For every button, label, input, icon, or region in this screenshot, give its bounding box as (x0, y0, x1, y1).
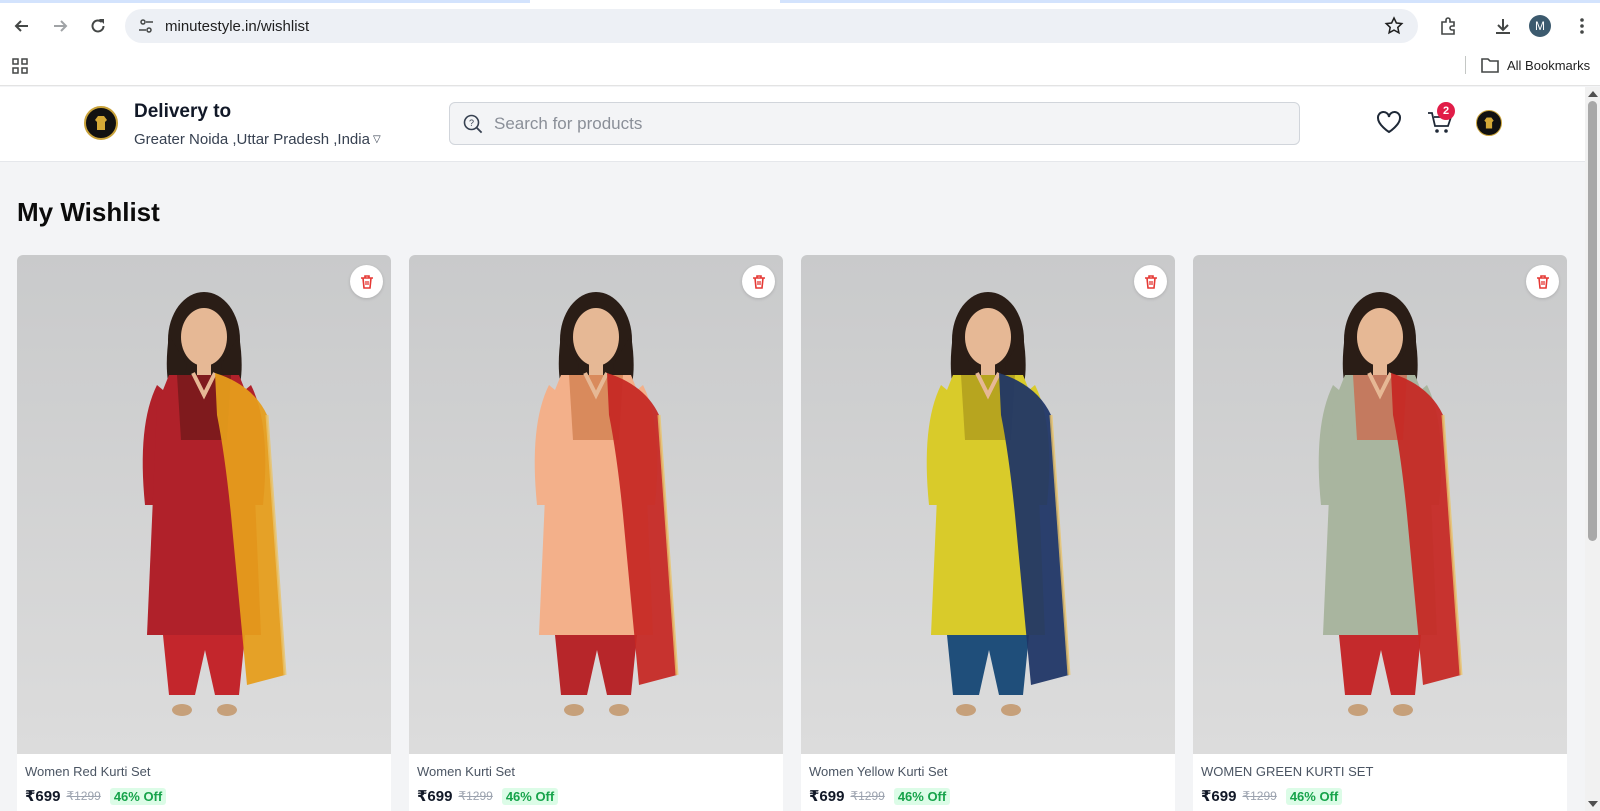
heart-icon (1377, 111, 1401, 134)
product-mrp: ₹1299 (66, 789, 101, 803)
user-avatar[interactable] (1476, 110, 1502, 136)
discount-badge: 46% Off (1285, 787, 1343, 805)
product-name[interactable]: Women Kurti Set (417, 764, 515, 779)
back-button[interactable] (8, 12, 36, 40)
search-bar[interactable]: ? (449, 102, 1300, 145)
product-price: ₹699 (809, 788, 845, 805)
delivery-location-selector[interactable]: Greater Noida ,Uttar Pradesh ,India ▽ (134, 131, 381, 148)
product-mrp: ₹1299 (850, 789, 885, 803)
wishlist-heart-button[interactable] (1374, 107, 1404, 137)
svg-text:?: ? (469, 118, 474, 128)
remove-from-wishlist-button[interactable] (1526, 265, 1559, 298)
arrow-left-icon (14, 20, 28, 32)
trash-icon (360, 274, 373, 289)
price-row: ₹699 ₹1299 46% Off (25, 787, 167, 805)
tab-strip (0, 0, 1600, 3)
search-input[interactable] (494, 113, 1274, 134)
wishlist-card[interactable]: Women Kurti Set ₹699 ₹1299 46% Off (409, 255, 783, 811)
model-illustration (1193, 255, 1567, 754)
product-mrp: ₹1299 (1242, 789, 1277, 803)
profile-avatar[interactable]: M (1529, 15, 1551, 37)
wishlist-card[interactable]: WOMEN GREEN KURTI SET ₹699 ₹1299 46% Off (1193, 255, 1567, 811)
bookmark-star-icon[interactable] (1384, 16, 1404, 36)
bookmarks-separator (1465, 56, 1466, 74)
remove-from-wishlist-button[interactable] (742, 265, 775, 298)
price-row: ₹699 ₹1299 46% Off (417, 787, 559, 805)
trash-icon (1144, 274, 1157, 289)
extensions-icon[interactable] (1435, 13, 1461, 39)
product-image[interactable] (17, 255, 391, 754)
discount-badge: 46% Off (893, 787, 951, 805)
reload-button[interactable] (84, 12, 112, 40)
page-scrollbar[interactable] (1585, 87, 1600, 811)
folder-icon (1481, 58, 1499, 73)
price-row: ₹699 ₹1299 46% Off (1201, 787, 1343, 805)
kurta-logo-icon (95, 116, 107, 130)
wishlist-card[interactable]: Women Red Kurti Set ₹699 ₹1299 46% Off (17, 255, 391, 811)
url-text[interactable]: minutestyle.in/wishlist (165, 18, 309, 35)
reload-icon (91, 19, 105, 33)
bookmarks-bar (0, 52, 1600, 86)
apps-grid-icon[interactable] (11, 57, 29, 75)
model-illustration (801, 255, 1175, 754)
discount-badge: 46% Off (501, 787, 559, 805)
product-mrp: ₹1299 (458, 789, 493, 803)
wishlist-grid: Women Red Kurti Set ₹699 ₹1299 46% Off W… (17, 255, 1568, 811)
trash-icon (752, 274, 765, 289)
product-price: ₹699 (1201, 788, 1237, 805)
model-illustration (409, 255, 783, 754)
price-row: ₹699 ₹1299 46% Off (809, 787, 951, 805)
product-price: ₹699 (25, 788, 61, 805)
search-icon: ? (463, 114, 483, 133)
discount-badge: 46% Off (109, 787, 167, 805)
page-title: My Wishlist (17, 197, 160, 227)
browser-menu-icon[interactable] (1569, 13, 1595, 39)
delivery-location-text: Greater Noida ,Uttar Pradesh ,India (134, 131, 370, 148)
scroll-thumb[interactable] (1588, 101, 1597, 541)
site-header: Delivery to Greater Noida ,Uttar Pradesh… (0, 87, 1585, 162)
site-logo[interactable] (84, 106, 118, 140)
kurta-logo-icon (1484, 117, 1494, 129)
product-price: ₹699 (417, 788, 453, 805)
all-bookmarks-label: All Bookmarks (1507, 57, 1591, 73)
scroll-down-arrow[interactable] (1588, 801, 1598, 807)
product-image[interactable] (1193, 255, 1567, 754)
delivery-title: Delivery to (134, 101, 232, 122)
forward-button[interactable] (46, 12, 74, 40)
product-image[interactable] (801, 255, 1175, 754)
download-icon[interactable] (1490, 13, 1516, 39)
site-settings-icon[interactable] (136, 16, 156, 36)
address-bar[interactable]: minutestyle.in/wishlist (125, 9, 1418, 43)
all-bookmarks-button[interactable]: All Bookmarks (1481, 55, 1590, 75)
caret-down-icon: ▽ (372, 134, 381, 145)
model-illustration (17, 255, 391, 754)
product-name[interactable]: Women Yellow Kurti Set (809, 764, 948, 779)
product-image[interactable] (409, 255, 783, 754)
scroll-up-arrow[interactable] (1588, 91, 1598, 97)
remove-from-wishlist-button[interactable] (1134, 265, 1167, 298)
arrow-right-icon (54, 20, 68, 32)
remove-from-wishlist-button[interactable] (350, 265, 383, 298)
product-name[interactable]: Women Red Kurti Set (25, 764, 150, 779)
product-name[interactable]: WOMEN GREEN KURTI SET (1201, 764, 1373, 779)
wishlist-card[interactable]: Women Yellow Kurti Set ₹699 ₹1299 46% Of… (801, 255, 1175, 811)
trash-icon (1536, 274, 1549, 289)
cart-count-badge: 2 (1437, 102, 1455, 120)
